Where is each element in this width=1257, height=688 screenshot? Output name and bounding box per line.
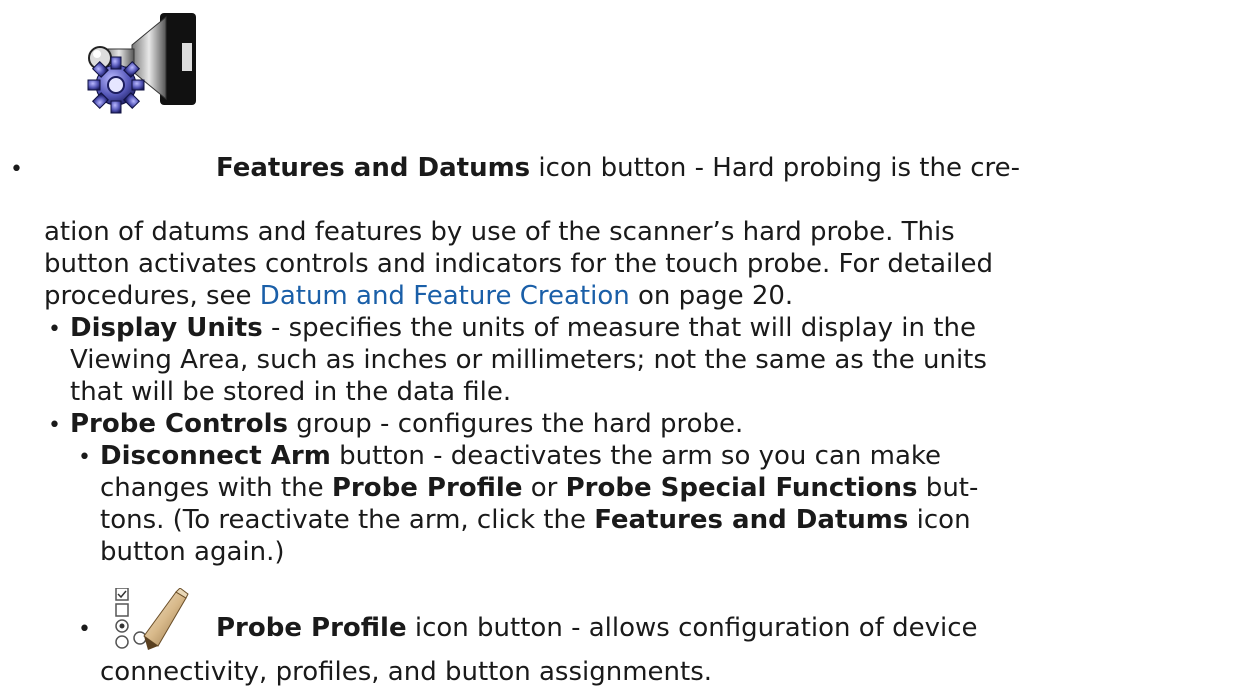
text-span: changes with the [100, 473, 332, 503]
features-and-datums-icon [86, 5, 204, 117]
bullet: • [48, 317, 61, 342]
bullet: • [10, 157, 23, 182]
text-span: icon button - Hard probing is the cre- [530, 153, 1021, 183]
disconnect-arm-line1: Disconnect Arm button - deactivates the … [100, 440, 941, 472]
text-span: procedures, see [44, 281, 260, 311]
probe-gear-icon [87, 13, 196, 114]
text-span: or [522, 473, 566, 503]
disconnect-arm-line2: changes with the Probe Profile or Probe … [100, 472, 978, 504]
probe-profile-title: Probe Profile [216, 613, 407, 643]
text-span: on page 20. [629, 281, 794, 311]
probe-profile-icon [114, 587, 208, 652]
probe-special-functions-ref: Probe Special Functions [565, 473, 918, 503]
features-and-datums-line1: Features and Datums icon button - Hard p… [216, 152, 1020, 184]
probe-profile-line2: connectivity, profiles, and button assig… [100, 657, 713, 687]
features-and-datums-line3: button activates controls and indicators… [44, 249, 993, 279]
checklist-pen-icon [115, 587, 189, 650]
text-span: tons. (To reactivate the arm, click the [100, 505, 595, 535]
display-units-line3: that will be stored in the data file. [70, 377, 512, 407]
text-span: icon button - allows configuration of de… [406, 613, 978, 643]
probe-profile-line1: Probe Profile icon button - allows confi… [216, 612, 978, 644]
bullet: • [78, 445, 91, 470]
text-span: icon [908, 505, 971, 535]
probe-controls-line: Probe Controls group - configures the ha… [70, 408, 743, 440]
disconnect-arm-line3: tons. (To reactivate the arm, click the … [100, 504, 971, 536]
datum-feature-creation-link[interactable]: Datum and Feature Creation [260, 281, 630, 311]
disconnect-arm-line4: button again.) [100, 537, 285, 567]
disconnect-arm-title: Disconnect Arm [100, 441, 331, 471]
features-and-datums-line2: ation of datums and features by use of t… [44, 217, 955, 247]
probe-profile-ref: Probe Profile [331, 473, 523, 503]
text-span: group - configures the hard probe. [288, 409, 744, 439]
display-units-title: Display Units [70, 313, 263, 343]
features-and-datums-line4: procedures, see Datum and Feature Creati… [44, 280, 793, 312]
features-and-datums-title: Features and Datums [216, 153, 531, 183]
text-span: - specifies the units of measure that wi… [262, 313, 976, 343]
bullet: • [78, 617, 91, 642]
bullet: • [48, 413, 61, 438]
probe-controls-title: Probe Controls [70, 409, 288, 439]
display-units-line1: Display Units - specifies the units of m… [70, 312, 976, 344]
display-units-line2: Viewing Area, such as inches or millimet… [70, 345, 987, 375]
text-span: but- [917, 473, 979, 503]
features-and-datums-ref: Features and Datums [594, 505, 909, 535]
text-span: button - deactivates the arm so you can … [330, 441, 942, 471]
